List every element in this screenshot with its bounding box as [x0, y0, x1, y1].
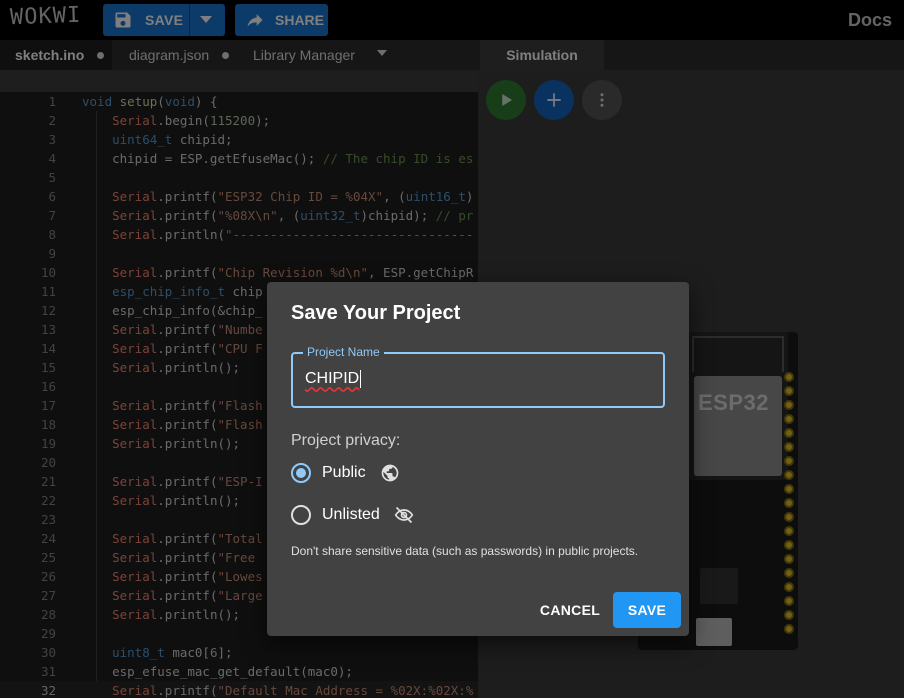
privacy-option-public[interactable]: Public [291, 461, 400, 485]
project-name-input[interactable]: CHIPID [305, 370, 362, 388]
project-name-field[interactable]: Project Name CHIPID [291, 345, 665, 408]
unlisted-label: Unlisted [322, 506, 380, 523]
save-project-dialog: Save Your Project Project Name CHIPID Pr… [267, 282, 689, 636]
public-label: Public [322, 464, 366, 481]
privacy-label: Project privacy: [291, 432, 401, 449]
project-name-label: Project Name [303, 345, 384, 359]
text-cursor [360, 370, 362, 388]
dialog-title: Save Your Project [291, 302, 461, 324]
unlisted-radio[interactable] [291, 505, 311, 525]
project-name-value: CHIPID [305, 370, 360, 388]
save-project-button[interactable]: SAVE [613, 592, 681, 628]
cancel-button[interactable]: CANCEL [535, 592, 605, 628]
public-radio[interactable] [291, 463, 311, 483]
privacy-option-unlisted[interactable]: Unlisted [291, 503, 414, 527]
privacy-warning-text: Don't share sensitive data (such as pass… [291, 544, 639, 558]
globe-icon [381, 464, 398, 482]
eye-off-icon [394, 506, 414, 524]
